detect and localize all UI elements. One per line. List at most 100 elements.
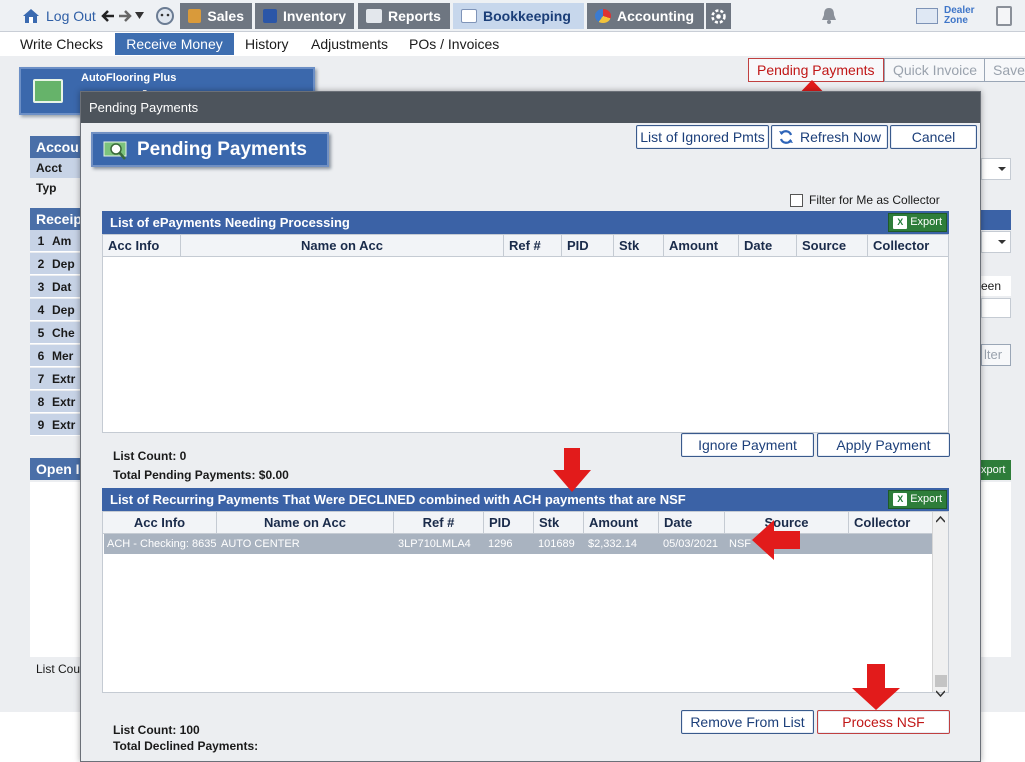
col-acc-info[interactable]: Acc Info <box>103 512 217 534</box>
bg-field[interactable] <box>981 298 1011 318</box>
declined-scrollbar[interactable] <box>932 512 948 697</box>
receipt-row-label: Dep <box>52 303 75 317</box>
receipt-row: 8 Extr <box>30 391 80 413</box>
gear-icon <box>711 8 726 24</box>
subnav-receive-money[interactable]: Receive Money <box>115 33 234 55</box>
table-row[interactable]: ACH - Checking: 8635 AUTO CENTER 3LP710L… <box>104 534 933 554</box>
receipt-section-label: Receip <box>30 208 82 230</box>
tab-bookkeeping[interactable]: Bookkeeping <box>453 3 584 29</box>
annotation-arrow-down-icon <box>553 448 591 492</box>
settings-button[interactable] <box>706 3 731 29</box>
col-amount[interactable]: Amount <box>584 512 659 534</box>
card-icon <box>916 8 938 24</box>
scroll-thumb[interactable] <box>935 675 947 687</box>
apply-payment-button[interactable]: Apply Payment <box>817 433 950 457</box>
back-arrow-icon[interactable] <box>101 9 115 23</box>
col-ref[interactable]: Ref # <box>504 235 562 257</box>
subnav-write-checks[interactable]: Write Checks <box>14 33 109 55</box>
pending-payments-button[interactable]: Pending Payments <box>748 58 884 82</box>
bg-filter-button[interactable]: lter <box>981 344 1011 366</box>
row-stk: 101689 <box>538 538 575 550</box>
tab-reports[interactable]: Reports <box>358 3 450 29</box>
col-stk[interactable]: Stk <box>614 235 664 257</box>
scroll-down-icon[interactable] <box>936 690 945 697</box>
receipt-row-number: 4 <box>37 303 45 317</box>
tab-inventory[interactable]: Inventory <box>255 3 354 29</box>
receipt-row: 3 Dat <box>30 276 80 298</box>
receipt-row-label: Extr <box>52 395 76 409</box>
excel-icon: X <box>893 216 908 229</box>
receipt-row-number: 7 <box>37 372 45 386</box>
col-ref[interactable]: Ref # <box>394 512 484 534</box>
filter-collector-checkbox[interactable] <box>790 193 803 207</box>
row-date: 05/03/2021 <box>663 538 719 550</box>
save-button[interactable]: Save <box>984 58 1025 82</box>
declined-export-button[interactable]: X Export <box>888 490 947 509</box>
list-ignored-payments-button[interactable]: List of Ignored Pmts <box>636 125 769 149</box>
dealer-zone-link[interactable]: Dealer Zone <box>908 3 983 29</box>
excel-icon: X <box>893 493 908 506</box>
col-stk[interactable]: Stk <box>534 512 584 534</box>
col-pid[interactable]: PID <box>484 512 534 534</box>
subnav-history[interactable]: History <box>239 33 295 55</box>
dealer-zone-line2: Zone <box>944 15 968 26</box>
bg-select-1[interactable] <box>981 158 1011 180</box>
receipt-row-label: Che <box>52 326 75 340</box>
col-date[interactable]: Date <box>659 512 725 534</box>
account-section-label: Accou <box>30 136 80 158</box>
epayments-export-button[interactable]: X Export <box>888 213 947 232</box>
declined-title: List of Recurring Payments That Were DEC… <box>110 492 686 507</box>
remove-from-list-button[interactable]: Remove From List <box>681 710 814 734</box>
list-ignored-label: List of Ignored Pmts <box>640 129 765 145</box>
sub-navigation: Write Checks Receive Money History Adjus… <box>0 32 1025 56</box>
receipt-row: 5 Che <box>30 322 80 344</box>
tab-sales[interactable]: Sales <box>180 3 252 29</box>
declined-total: Total Declined Payments: <box>113 739 259 753</box>
logout-button[interactable]: Log Out <box>14 3 104 29</box>
receipt-row: 4 Dep <box>30 299 80 321</box>
col-amount[interactable]: Amount <box>664 235 739 257</box>
dropdown-arrow-icon <box>998 240 1006 248</box>
logout-label: Log Out <box>46 8 96 24</box>
col-name-on-acc[interactable]: Name on Acc <box>181 235 504 257</box>
history-dropdown-icon[interactable] <box>135 12 144 20</box>
col-date[interactable]: Date <box>739 235 797 257</box>
tab-accounting[interactable]: Accounting <box>587 3 704 29</box>
process-nsf-button[interactable]: Process NSF <box>817 710 950 734</box>
epayments-export-label: Export <box>910 216 942 228</box>
subnav-adjustments[interactable]: Adjustments <box>305 33 394 55</box>
subnav-pos-invoices[interactable]: POs / Invoices <box>403 33 505 55</box>
col-collector[interactable]: Collector <box>868 235 949 257</box>
customer-face-icon[interactable] <box>155 6 175 26</box>
cancel-button[interactable]: Cancel <box>890 125 977 149</box>
col-pid[interactable]: PID <box>562 235 614 257</box>
row-amount: $2,332.14 <box>588 538 637 550</box>
scroll-up-icon[interactable] <box>936 516 945 523</box>
receipt-row-label: Extr <box>52 372 76 386</box>
home-icon <box>23 9 39 23</box>
receipt-row: 6 Mer <box>30 345 80 367</box>
declined-grid: Acc Info Name on Acc Ref # PID Stk Amoun… <box>102 511 949 697</box>
bg-select-2[interactable] <box>981 231 1011 253</box>
epayments-list-count: List Count: 0 <box>113 449 187 463</box>
col-name-on-acc[interactable]: Name on Acc <box>217 512 394 534</box>
ignore-payment-button[interactable]: Ignore Payment <box>681 433 814 457</box>
col-source[interactable]: Source <box>797 235 868 257</box>
pending-payments-badge: Pending Payments <box>91 132 329 167</box>
col-acc-info[interactable]: Acc Info <box>103 235 181 257</box>
quick-invoice-button[interactable]: Quick Invoice <box>884 58 987 82</box>
col-collector[interactable]: Collector <box>849 512 933 534</box>
bell-icon[interactable] <box>821 7 837 24</box>
pending-payments-dialog: Pending Payments Pending Payments List o… <box>80 91 981 762</box>
forward-arrow-icon[interactable] <box>118 9 132 23</box>
calculator-icon[interactable] <box>996 6 1012 26</box>
refresh-now-button[interactable]: Refresh Now <box>771 125 888 149</box>
tab-sales-label: Sales <box>207 8 244 24</box>
receipt-row-label: Dep <box>52 257 75 271</box>
refresh-label: Refresh Now <box>800 129 881 145</box>
tab-accounting-label: Accounting <box>617 8 694 24</box>
badge-title: Pending Payments <box>137 138 307 160</box>
epayments-title: List of ePayments Needing Processing <box>110 215 350 230</box>
bg-export-button[interactable]: xport <box>981 460 1011 480</box>
acct-type-label: Acct Typ <box>30 158 80 195</box>
